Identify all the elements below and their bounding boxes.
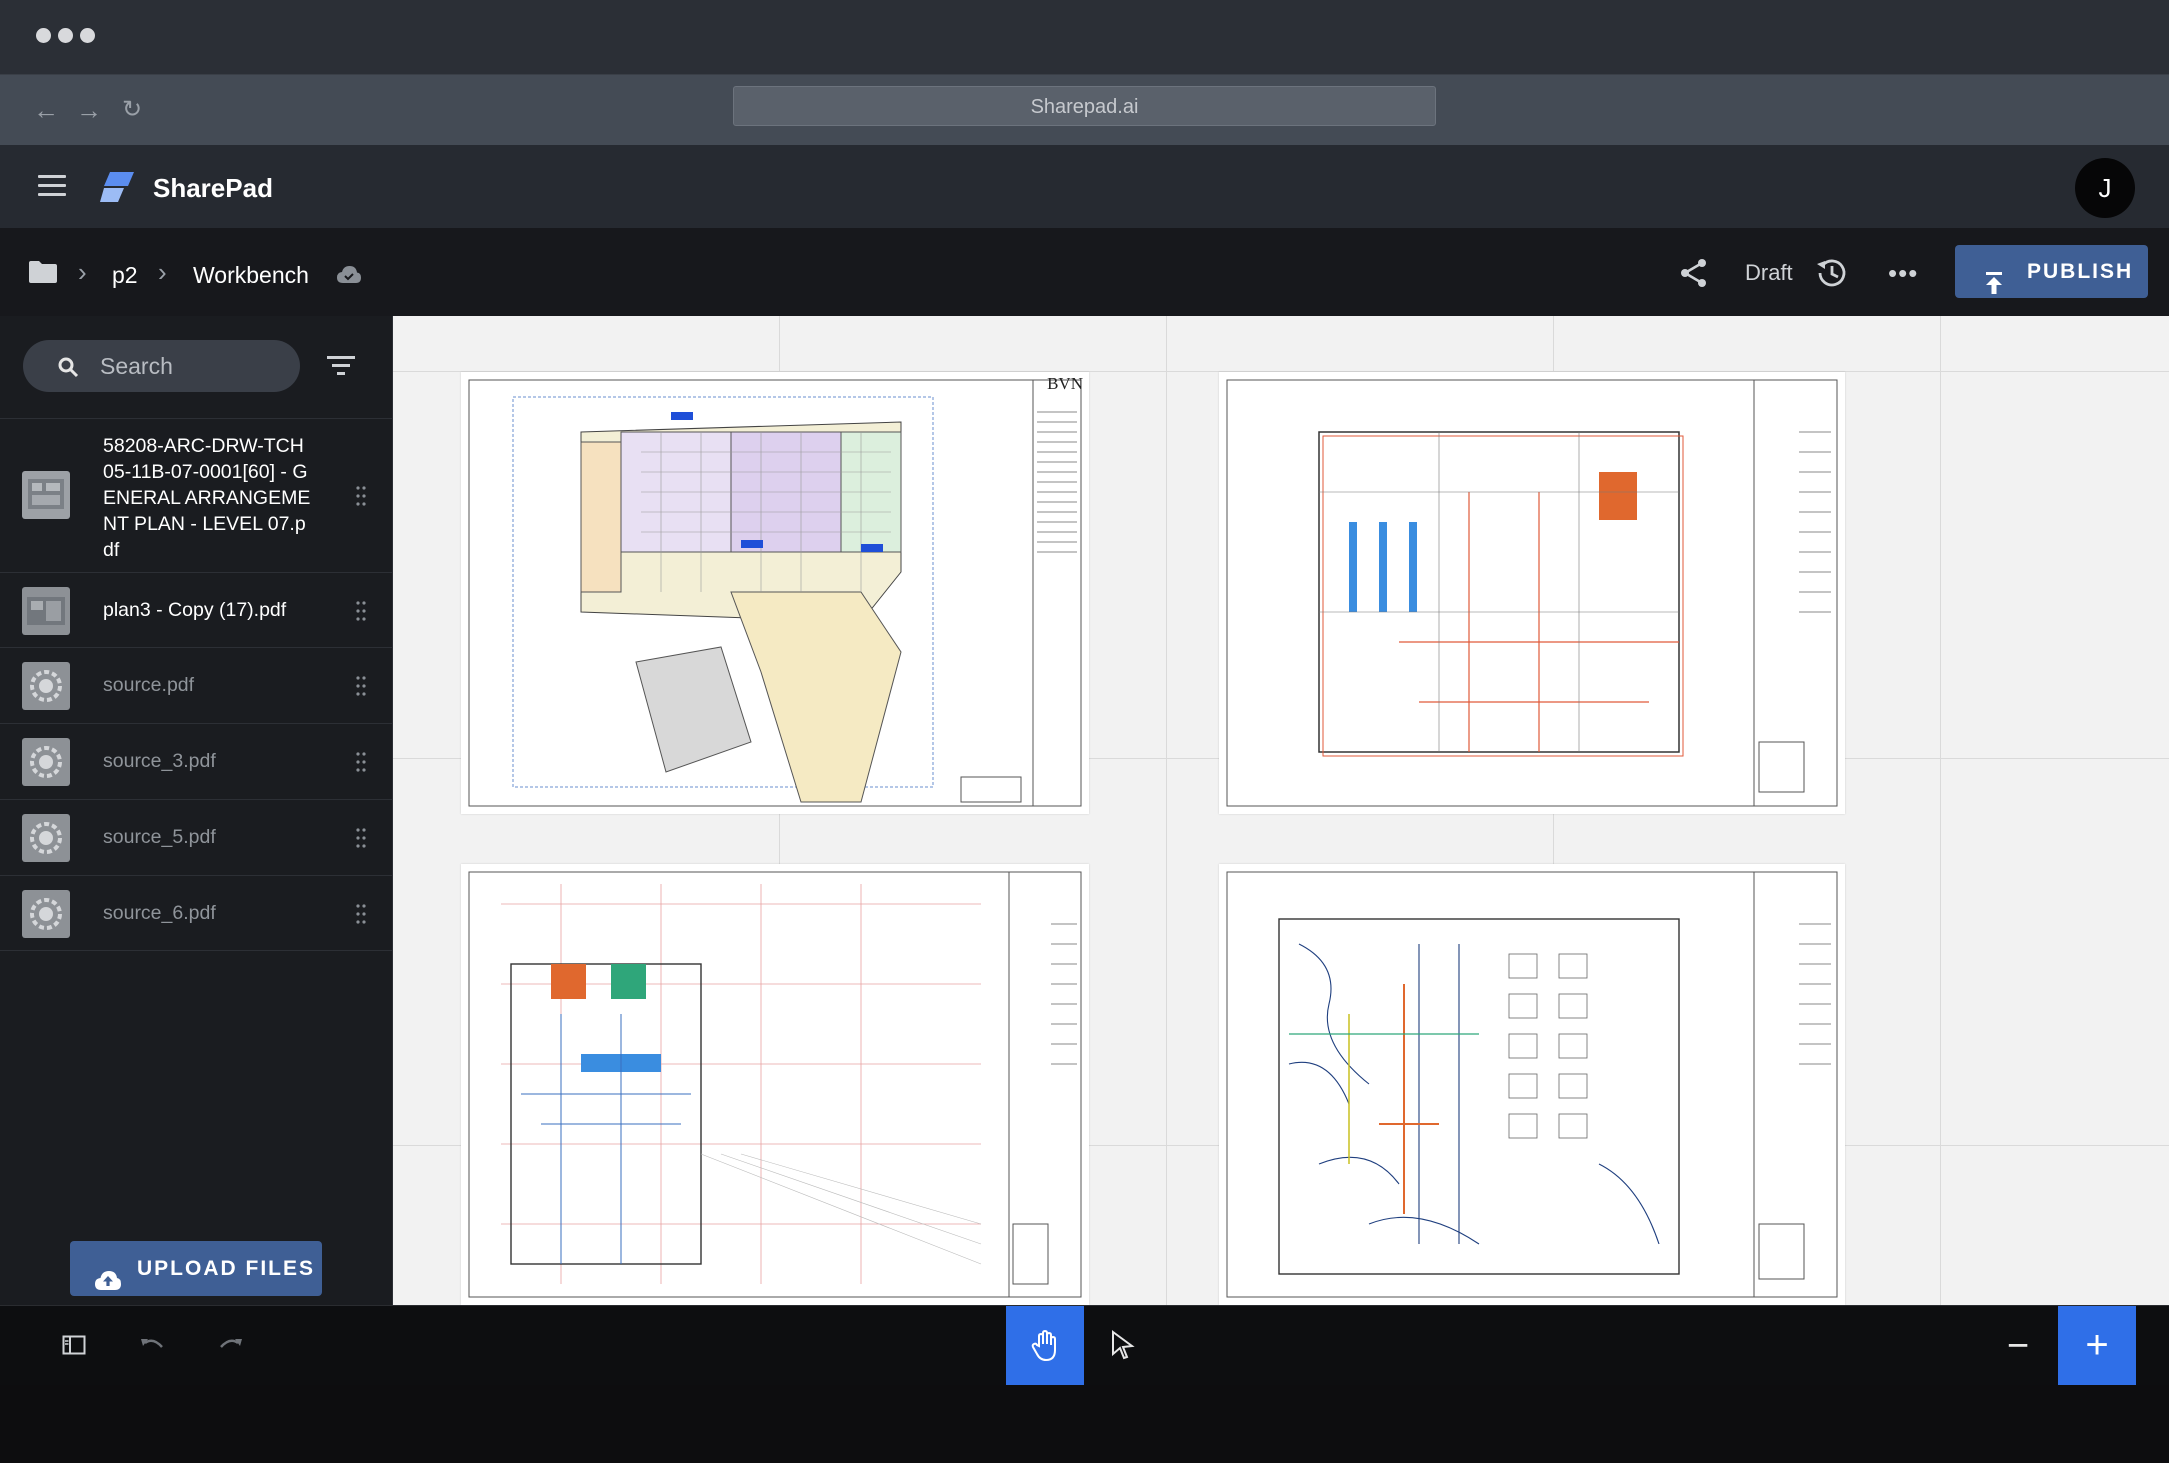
filter-icon[interactable] bbox=[326, 353, 356, 377]
drag-handle-icon[interactable] bbox=[355, 675, 367, 697]
drawing-sheet[interactable]: BVN bbox=[461, 372, 1089, 814]
back-arrow-icon[interactable]: ← bbox=[31, 95, 61, 125]
folder-icon[interactable] bbox=[28, 260, 58, 284]
hand-tool-button[interactable] bbox=[1006, 1306, 1084, 1386]
file-thumbnail bbox=[22, 471, 70, 519]
drawing-sheet[interactable] bbox=[1219, 864, 1845, 1305]
reload-icon[interactable]: ↻ bbox=[117, 95, 147, 125]
drawing-sheet[interactable] bbox=[461, 864, 1089, 1305]
footer-area bbox=[0, 1385, 2169, 1463]
file-item[interactable]: plan3 - Copy (17).pdf bbox=[0, 572, 393, 647]
file-name: plan3 - Copy (17).pdf bbox=[103, 599, 287, 621]
file-thumbnail bbox=[22, 587, 70, 635]
cloud-saved-icon bbox=[336, 264, 362, 284]
file-thumbnail bbox=[22, 662, 70, 710]
user-avatar[interactable]: J bbox=[2075, 158, 2135, 218]
drag-handle-icon[interactable] bbox=[355, 600, 367, 622]
redo-icon[interactable] bbox=[218, 1335, 244, 1355]
more-options-icon[interactable]: ••• bbox=[1888, 260, 1918, 286]
file-name: 58208-ARC-DRW-TCH05-11B-07-0001[60] - GE… bbox=[103, 435, 311, 561]
history-icon[interactable] bbox=[1815, 256, 1849, 290]
app-name: SharePad bbox=[153, 173, 273, 203]
file-thumbnail bbox=[22, 814, 70, 862]
cloud-upload-icon bbox=[94, 1257, 122, 1290]
file-item[interactable]: source_5.pdf bbox=[0, 799, 393, 875]
breadcrumb-project[interactable]: p2 bbox=[112, 258, 138, 292]
zoom-out-button[interactable]: − bbox=[2001, 1327, 2035, 1365]
upload-files-label: UPLOAD FILES bbox=[137, 1257, 316, 1280]
breadcrumb-chevron-icon: › bbox=[78, 257, 87, 287]
pointer-tool-icon[interactable] bbox=[1110, 1330, 1136, 1360]
drag-handle-icon[interactable] bbox=[355, 827, 367, 849]
undo-icon[interactable] bbox=[139, 1335, 165, 1355]
bottom-toolbar bbox=[0, 1305, 2169, 1386]
forward-arrow-icon[interactable]: → bbox=[74, 95, 104, 125]
search-input[interactable]: Search bbox=[23, 340, 300, 392]
app-header bbox=[0, 145, 2169, 228]
hand-tool-icon bbox=[1031, 1330, 1056, 1362]
panel-toggle-icon[interactable] bbox=[62, 1335, 86, 1355]
file-thumbnail bbox=[22, 738, 70, 786]
search-icon bbox=[57, 356, 79, 378]
drawing-canvas[interactable]: BVN bbox=[393, 316, 2169, 1305]
file-item[interactable]: source_3.pdf bbox=[0, 723, 393, 799]
drag-handle-icon[interactable] bbox=[355, 485, 367, 507]
search-placeholder: Search bbox=[100, 353, 173, 379]
breadcrumb-chevron-icon: › bbox=[158, 257, 167, 287]
window-minimize-dot[interactable] bbox=[58, 28, 73, 43]
sheet-title-block: BVN bbox=[1047, 374, 1083, 393]
window-titlebar bbox=[0, 0, 2169, 74]
file-name: source_5.pdf bbox=[103, 826, 216, 848]
window-maximize-dot[interactable] bbox=[80, 28, 95, 43]
publish-upload-icon bbox=[1985, 261, 2003, 294]
breadcrumb-workbench[interactable]: Workbench bbox=[193, 258, 309, 292]
upload-files-button[interactable]: UPLOAD FILES bbox=[70, 1241, 322, 1296]
publish-button[interactable]: PUBLISH bbox=[1955, 245, 2148, 298]
file-name: source.pdf bbox=[103, 674, 195, 696]
drag-handle-icon[interactable] bbox=[355, 903, 367, 925]
file-thumbnail bbox=[22, 890, 70, 938]
drawing-sheet[interactable] bbox=[1219, 372, 1845, 814]
file-name: source_3.pdf bbox=[103, 750, 216, 772]
drag-handle-icon[interactable] bbox=[355, 751, 367, 773]
publish-label: PUBLISH bbox=[2027, 260, 2134, 283]
draft-status: Draft bbox=[1745, 260, 1793, 285]
file-item[interactable]: source.pdf bbox=[0, 647, 393, 723]
share-icon[interactable] bbox=[1678, 257, 1710, 289]
window-close-dot[interactable] bbox=[36, 28, 51, 43]
file-item[interactable]: 58208-ARC-DRW-TCH05-11B-07-0001[60] - GE… bbox=[0, 418, 393, 572]
file-item[interactable]: source_6.pdf bbox=[0, 875, 393, 951]
url-field[interactable]: Sharepad.ai bbox=[733, 86, 1436, 126]
sharepad-logo-icon bbox=[100, 170, 136, 204]
zoom-in-button[interactable]: + bbox=[2058, 1306, 2136, 1386]
hamburger-menu-icon[interactable] bbox=[38, 175, 66, 197]
file-name: source_6.pdf bbox=[103, 902, 216, 924]
